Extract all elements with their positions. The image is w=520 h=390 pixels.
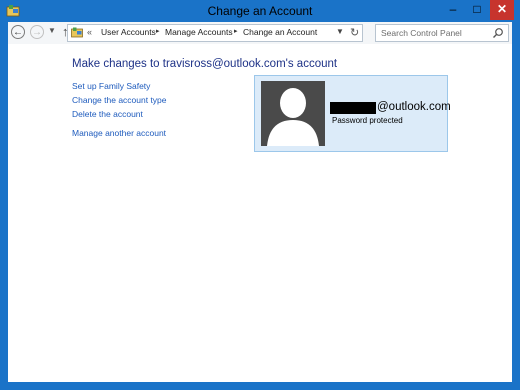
page-title: Make changes to travisross@outlook.com's… — [72, 58, 338, 70]
search-icon[interactable] — [492, 27, 504, 39]
minimize-button[interactable]: – — [442, 0, 464, 20]
search-placeholder: Search Control Panel — [381, 28, 462, 38]
account-card: @outlook.com Password protected — [254, 75, 451, 152]
redacted-username — [330, 102, 376, 114]
breadcrumb-overflow-icon[interactable]: « — [87, 27, 92, 37]
search-input[interactable]: Search Control Panel — [375, 24, 509, 42]
change-account-type-link[interactable]: Change the account type — [72, 95, 167, 105]
forward-button[interactable]: → — [30, 25, 44, 39]
account-status: Password protected — [332, 116, 403, 125]
recent-locations-chevron-icon[interactable]: ▼ — [48, 26, 56, 35]
maximize-button[interactable]: □ — [466, 0, 488, 20]
refresh-icon[interactable]: ↻ — [350, 26, 359, 39]
window-frame-bottom — [0, 382, 520, 390]
breadcrumb-manage-accounts[interactable]: Manage Accounts — [165, 27, 233, 37]
breadcrumb-change-an-account[interactable]: Change an Account — [243, 27, 317, 37]
back-arrow-icon: ← — [13, 27, 23, 38]
set-up-family-safety-link[interactable]: Set up Family Safety — [72, 81, 150, 91]
title-bar[interactable]: Change an Account – □ ✕ — [0, 0, 520, 22]
manage-another-account-link[interactable]: Manage another account — [72, 128, 166, 138]
breadcrumb-separator-icon[interactable]: ▸ — [234, 27, 238, 35]
close-button[interactable]: ✕ — [490, 0, 514, 20]
user-avatar-icon — [261, 81, 325, 146]
delete-account-link[interactable]: Delete the account — [72, 109, 143, 119]
back-button[interactable]: ← — [11, 25, 25, 39]
address-dropdown-chevron-icon[interactable]: ▼ — [336, 27, 344, 36]
window-frame-right — [512, 0, 520, 390]
control-panel-icon — [71, 27, 83, 38]
window-frame-left — [0, 0, 8, 390]
breadcrumb-user-accounts[interactable]: User Accounts — [101, 27, 156, 37]
breadcrumb-separator-icon[interactable]: ▸ — [156, 27, 160, 35]
forward-arrow-icon: → — [32, 27, 42, 38]
address-bar[interactable]: « User Accounts ▸ Manage Accounts ▸ Chan… — [67, 24, 363, 42]
account-email: @outlook.com — [377, 101, 451, 113]
